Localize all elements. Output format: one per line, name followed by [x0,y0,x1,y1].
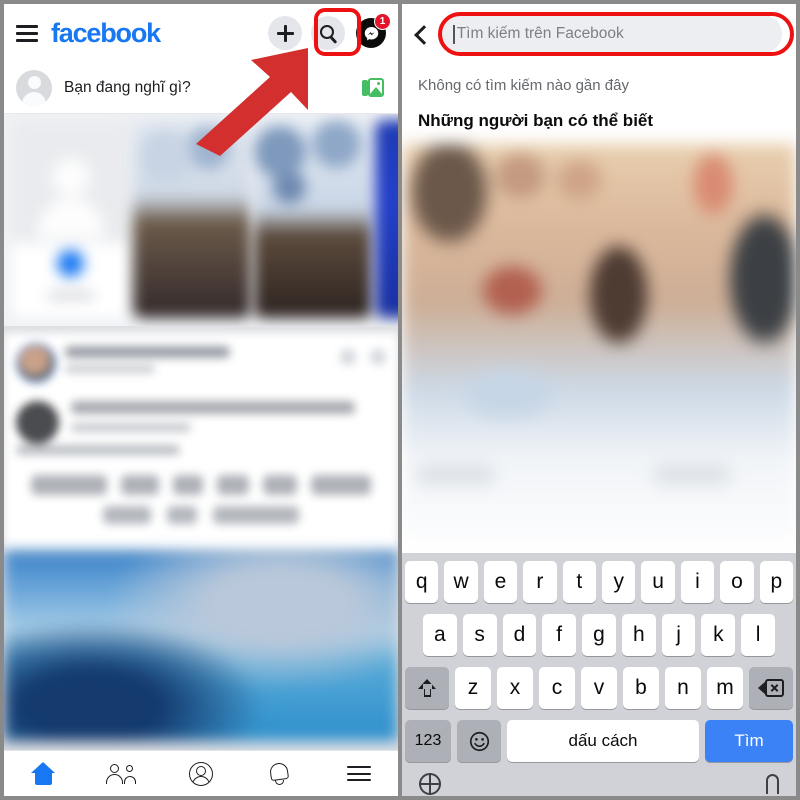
messenger-button[interactable]: 1 [354,13,391,50]
text-caret [453,24,455,44]
key-z[interactable]: z [455,667,491,709]
header-buttons: 1 [268,13,391,50]
right-phone-panel: Tìm kiếm trên Facebook Không có tìm kiếm… [400,0,800,800]
news-feed[interactable] [4,114,398,765]
post-composer[interactable]: Bạn đang nghĩ gì? [4,62,398,114]
search-input[interactable]: Tìm kiếm trên Facebook [439,15,782,53]
story-card[interactable] [254,120,372,318]
key-j[interactable]: j [661,614,696,656]
facebook-header: facebook 1 [4,4,398,62]
home-icon [30,762,56,785]
bell-icon [270,762,290,785]
post-body [16,401,386,455]
search-results-body: Không có tìm kiếm nào gần đây Những ngườ… [402,64,796,540]
hamburger-icon[interactable] [16,24,38,42]
keyboard-row-1: q w e r t y u i o p [404,561,794,603]
key-b[interactable]: b [623,667,659,709]
emoji-icon [469,731,489,751]
feed-divider [4,326,398,333]
key-n[interactable]: n [665,667,701,709]
people-you-may-know-title: Những người bạn có thể biết [418,111,654,130]
keyboard-bottom-bar [405,768,793,796]
space-key[interactable]: dấu cách [507,720,699,762]
screenshot-stage: facebook 1 Bạn đang nghĩ gì? Tìm kiếm tr… [0,0,800,800]
nav-profile[interactable] [162,751,241,796]
search-header: Tìm kiếm trên Facebook [402,4,796,64]
post-meta [65,343,331,373]
key-p[interactable]: p [759,561,794,603]
stories-row[interactable] [4,114,398,326]
key-e[interactable]: e [483,561,518,603]
shift-icon [417,678,437,698]
key-x[interactable]: x [497,667,533,709]
story-card[interactable] [133,120,251,318]
post-actions[interactable] [340,343,386,365]
bottom-navigation [4,750,398,796]
default-avatar-icon [16,69,52,106]
friends-icon [106,763,137,784]
emoji-key[interactable] [457,720,501,762]
post-header [16,343,386,383]
story-create-card[interactable] [12,120,130,318]
key-t[interactable]: t [562,561,596,603]
numeric-key[interactable]: 123 [405,720,451,762]
key-y[interactable]: y [602,561,636,603]
keyboard-row-3: z x c v b n m [405,667,793,709]
nav-friends[interactable] [83,751,162,796]
key-f[interactable]: f [542,614,577,656]
post-caption-line-2 [16,506,386,524]
left-phone-panel: facebook 1 Bạn đang nghĩ gì? [0,0,400,800]
back-chevron-icon[interactable] [411,23,433,45]
story-card[interactable] [375,120,398,318]
composer-prompt[interactable]: Bạn đang nghĩ gì? [64,79,362,97]
key-c[interactable]: c [539,667,575,709]
post-text-lines [16,401,386,455]
post-image[interactable] [4,551,398,741]
photo-gallery-icon[interactable] [362,77,384,98]
key-u[interactable]: u [641,561,675,603]
key-s[interactable]: s [462,614,497,656]
backspace-key[interactable] [749,667,793,709]
nav-menu[interactable] [319,751,398,796]
feed-post[interactable] [4,333,398,551]
key-r[interactable]: r [523,561,557,603]
shift-key[interactable] [405,667,449,709]
key-l[interactable]: l [741,614,776,656]
nav-home[interactable] [4,751,83,796]
suggestion-action-button[interactable] [416,464,496,486]
microphone-icon[interactable] [766,774,779,794]
messenger-badge: 1 [374,13,391,30]
key-v[interactable]: v [581,667,617,709]
key-h[interactable]: h [621,614,656,656]
recent-searches-empty-text: Không có tìm kiếm nào gần đây [418,77,629,94]
suggestion-action-button[interactable] [652,464,732,486]
facebook-logo[interactable]: facebook [51,19,161,47]
backspace-icon [758,679,784,697]
profile-icon [188,761,213,786]
key-q[interactable]: q [404,561,439,603]
search-icon [320,25,334,39]
keyboard-row-4: 123 dấu cách Tìm [405,720,793,762]
keyboard-row-2: a s d f g h j k l [405,614,793,656]
nav-notifications[interactable] [240,751,319,796]
key-i[interactable]: i [680,561,715,603]
search-button[interactable] [311,16,345,50]
on-screen-keyboard: q w e r t y u i o p a s d f g h j k l z … [402,553,796,796]
key-g[interactable]: g [582,614,616,656]
people-suggestions-area[interactable] [402,144,796,540]
key-d[interactable]: d [502,614,537,656]
create-button[interactable] [268,16,302,50]
post-thumbnail [16,401,59,444]
search-go-key[interactable]: Tìm [705,720,793,762]
key-o[interactable]: o [720,561,754,603]
key-a[interactable]: a [422,614,457,656]
key-m[interactable]: m [707,667,743,709]
key-k[interactable]: k [701,614,736,656]
key-w[interactable]: w [444,561,478,603]
search-placeholder: Tìm kiếm trên Facebook [456,25,624,42]
post-caption-line-1 [16,475,386,495]
globe-icon[interactable] [419,773,441,795]
menu-icon [346,766,371,781]
post-avatar [16,343,56,383]
